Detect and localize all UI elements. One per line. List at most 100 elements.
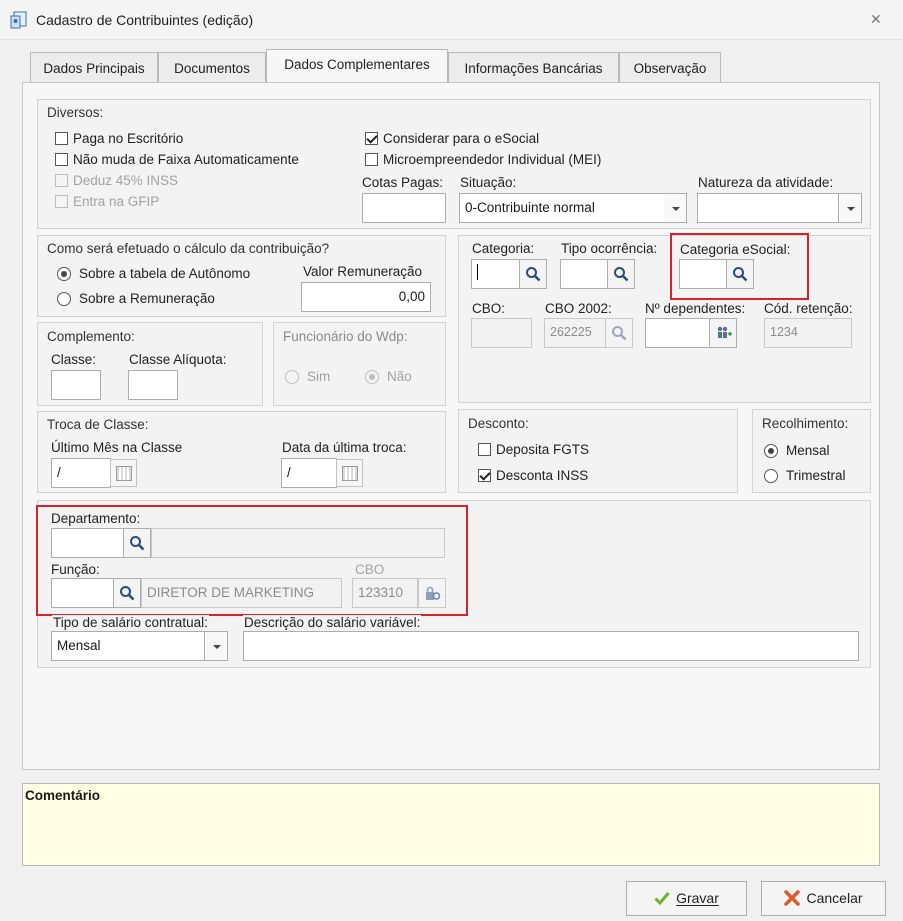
nao-muda-faixa-checkbox[interactable]: [55, 153, 68, 166]
mei-label: Microempreendedor Individual (MEI): [383, 152, 602, 167]
funcionario-title: Funcionário do Wdp:: [283, 329, 408, 344]
paga-escritorio-label: Paga no Escritório: [73, 131, 184, 146]
tipo-salario-dropdown-button[interactable]: [204, 631, 228, 661]
entra-gfip-label: Entra na GFIP: [73, 194, 160, 209]
ultimo-mes-input[interactable]: /: [51, 458, 111, 488]
natureza-atividade-select[interactable]: [697, 193, 839, 223]
funcionario-nao-label: Não: [387, 369, 412, 384]
funcionario-nao-radio[interactable]: [365, 370, 379, 384]
descricao-salario-label: Descrição do salário variável:: [243, 615, 422, 630]
close-icon[interactable]: ✕: [870, 11, 882, 28]
recolhimento-trimestral-radio[interactable]: [764, 469, 778, 483]
calculo-remuneracao-label: Sobre a Remuneração: [79, 291, 215, 306]
categoria-search-button[interactable]: [519, 259, 547, 289]
cotas-pagas-label: Cotas Pagas:: [362, 175, 444, 190]
calculo-title: Como será efetuado o cálculo da contribu…: [47, 241, 330, 256]
deduz-inss-checkbox[interactable]: [55, 174, 68, 187]
data-ultima-troca-label: Data da última troca:: [282, 440, 407, 455]
classe-aliquota-label: Classe Alíquota:: [129, 352, 227, 367]
dependentes-button[interactable]: [709, 318, 737, 348]
calculo-autonomo-radio[interactable]: [57, 267, 71, 281]
gravar-label: Gravar: [676, 890, 719, 906]
comentario-box[interactable]: [22, 783, 880, 866]
check-icon: [654, 892, 670, 906]
search-icon: [526, 267, 541, 282]
entra-gfip-checkbox[interactable]: [55, 195, 68, 208]
valor-remuneracao-input[interactable]: 0,00: [301, 282, 431, 312]
categoria-input[interactable]: [471, 259, 520, 289]
desconto-title: Desconto:: [468, 416, 529, 431]
cotas-pagas-input[interactable]: [362, 193, 446, 223]
desconta-inss-checkbox[interactable]: [478, 469, 491, 482]
ultimo-mes-calendar-button[interactable]: [110, 459, 137, 487]
cod-retencao-label: Cód. retenção:: [764, 301, 853, 316]
funcionario-sim-label: Sim: [307, 369, 331, 384]
comentario-label: Comentário: [25, 788, 101, 803]
tab-documentos[interactable]: Documentos: [158, 52, 266, 83]
cbo2002-label: CBO 2002:: [545, 301, 612, 316]
descricao-salario-input[interactable]: [243, 631, 859, 661]
valor-remuneracao-label: Valor Remuneração: [303, 264, 423, 279]
deposita-fgts-checkbox[interactable]: [478, 443, 491, 456]
cbo2002-search-button[interactable]: [605, 318, 633, 348]
recolhimento-mensal-label: Mensal: [786, 443, 830, 458]
classe-aliquota-input[interactable]: [128, 370, 178, 400]
gravar-button[interactable]: Gravar: [626, 881, 747, 916]
situacao-spacer: [643, 193, 664, 223]
app-icon: [10, 11, 27, 29]
classe-input[interactable]: [51, 370, 101, 400]
dependentes-label: Nº dependentes:: [645, 301, 746, 316]
calendar-icon: [342, 466, 358, 481]
tipo-ocorrencia-input[interactable]: [560, 259, 608, 289]
dependentes-input[interactable]: [645, 318, 711, 348]
natureza-atividade-label: Natureza da atividade:: [698, 175, 834, 190]
diversos-title: Diversos:: [47, 105, 104, 120]
tab-dados-principais[interactable]: Dados Principais: [30, 52, 158, 83]
highlight-categoria-esocial: [670, 233, 809, 300]
cancelar-button[interactable]: Cancelar: [761, 881, 886, 916]
paga-escritorio-checkbox[interactable]: [55, 132, 68, 145]
recolhimento-trimestral-label: Trimestral: [786, 468, 846, 483]
cbo-label: CBO:: [472, 301, 506, 316]
situacao-label: Situação:: [460, 175, 517, 190]
people-add-icon: [717, 326, 732, 338]
mei-checkbox[interactable]: [365, 153, 378, 166]
classe-label: Classe:: [51, 352, 97, 367]
troca-classe-title: Troca de Classe:: [47, 417, 149, 432]
categoria-label: Categoria:: [472, 241, 535, 256]
data-ultima-troca-input[interactable]: /: [281, 458, 337, 488]
recolhimento-mensal-radio[interactable]: [764, 444, 778, 458]
considerar-esocial-checkbox[interactable]: [365, 132, 378, 145]
cod-retencao-input[interactable]: 1234: [764, 318, 852, 348]
window-title: Cadastro de Contribuintes (edição): [36, 12, 254, 28]
funcionario-sim-radio[interactable]: [285, 370, 299, 384]
calendar-icon: [116, 466, 132, 481]
natureza-dropdown-button[interactable]: [838, 193, 862, 223]
tab-dados-complementares[interactable]: Dados Complementares: [266, 49, 448, 83]
search-icon: [614, 267, 629, 282]
tipo-salario-select[interactable]: Mensal: [51, 631, 207, 661]
complemento-title: Complemento:: [47, 329, 135, 344]
cbo2002-input[interactable]: 262225: [544, 318, 606, 348]
cbo-input[interactable]: [471, 318, 532, 348]
deposita-fgts-label: Deposita FGTS: [496, 442, 590, 457]
tipo-ocorrencia-search-button[interactable]: [607, 259, 635, 289]
data-troca-calendar-button[interactable]: [336, 459, 363, 487]
situacao-select[interactable]: 0-Contribuinte normal: [459, 193, 645, 223]
calculo-autonomo-label: Sobre a tabela de Autônomo: [79, 266, 251, 281]
nao-muda-faixa-label: Não muda de Faixa Automaticamente: [73, 152, 299, 167]
tab-observacao[interactable]: Observação: [619, 52, 721, 83]
highlight-departamento-funcao: [36, 505, 468, 616]
tipo-ocorrencia-label: Tipo ocorrência:: [561, 241, 658, 256]
situacao-dropdown-button[interactable]: [663, 193, 687, 223]
desconta-inss-label: Desconta INSS: [496, 468, 589, 483]
cancelar-label: Cancelar: [806, 890, 863, 906]
ultimo-mes-label: Último Mês na Classe: [51, 440, 183, 455]
recolhimento-title: Recolhimento:: [762, 416, 849, 431]
deduz-inss-label: Deduz 45% INSS: [73, 173, 179, 188]
considerar-esocial-label: Considerar para o eSocial: [383, 131, 540, 146]
cancel-x-icon: [784, 890, 801, 906]
tab-informacoes-bancarias[interactable]: Informações Bancárias: [448, 52, 619, 83]
calculo-remuneracao-radio[interactable]: [57, 292, 71, 306]
tipo-salario-label: Tipo de salário contratual:: [52, 615, 209, 630]
